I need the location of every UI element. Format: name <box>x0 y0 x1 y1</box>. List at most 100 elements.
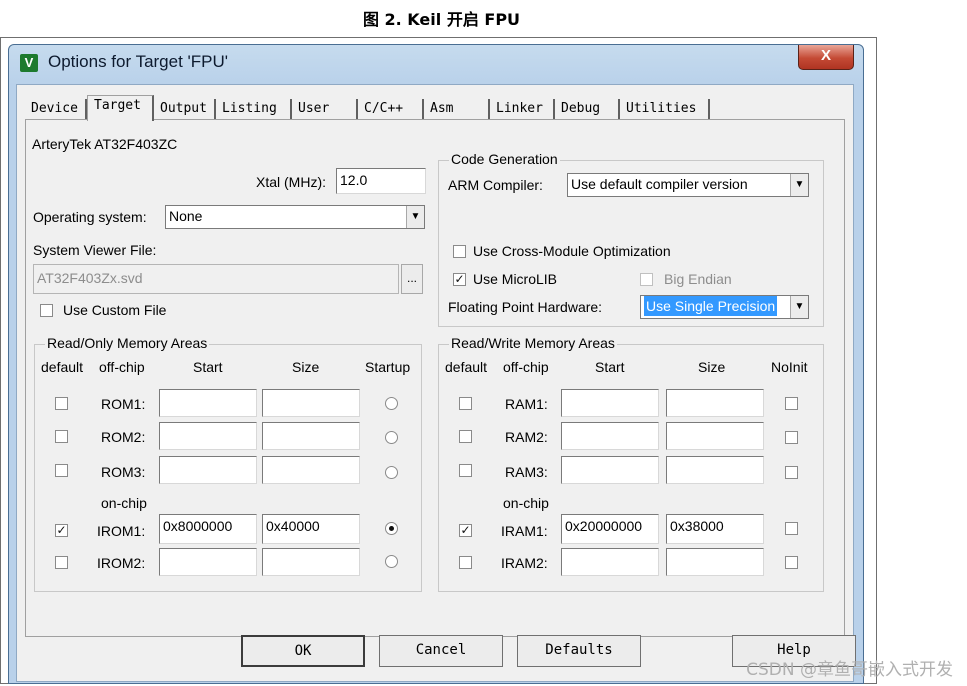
irom2-size-input[interactable] <box>262 548 360 576</box>
rw-header-default: default <box>445 359 488 375</box>
ram2-noinit-checkbox[interactable] <box>785 431 798 444</box>
options-dialog: V Options for Target 'FPU' X Device Targ… <box>8 44 864 684</box>
iram1-size-input[interactable]: 0x38000 <box>666 514 764 544</box>
iram2-default-checkbox[interactable] <box>459 556 472 569</box>
cross-module-checkbox[interactable] <box>453 245 466 258</box>
tab-listing[interactable]: Listing <box>216 99 292 120</box>
irom1-startup-radio[interactable] <box>385 522 398 535</box>
big-endian-checkbox[interactable] <box>640 273 653 286</box>
use-custom-file-label: Use Custom File <box>63 302 167 318</box>
chevron-down-icon[interactable]: ▼ <box>406 206 424 228</box>
os-select-value: None <box>169 208 203 224</box>
iram2-start-input[interactable] <box>561 548 659 576</box>
svf-input[interactable]: AT32F403Zx.svd <box>33 264 399 294</box>
tab-linker[interactable]: Linker <box>490 99 555 120</box>
ram1-default-checkbox[interactable] <box>459 397 472 410</box>
rom1-start-input[interactable] <box>159 389 257 417</box>
rom2-default-checkbox[interactable] <box>55 430 68 443</box>
ro-header-size: Size <box>292 359 320 375</box>
svf-label: System Viewer File: <box>33 242 157 258</box>
chevron-down-icon[interactable]: ▼ <box>790 174 808 196</box>
ram1-size-input[interactable] <box>666 389 764 417</box>
rom1-default-checkbox[interactable] <box>55 397 68 410</box>
ro-header-startup: Startup <box>365 359 411 375</box>
close-button[interactable]: X <box>798 45 854 70</box>
iram2-label: IRAM2: <box>501 555 548 571</box>
rw-memory-title: Read/Write Memory Areas <box>449 335 617 351</box>
irom2-label: IROM2: <box>97 555 146 571</box>
ram2-start-input[interactable] <box>561 422 659 450</box>
irom1-size-input[interactable]: 0x40000 <box>262 514 360 544</box>
tab-utilities[interactable]: Utilities <box>620 99 710 120</box>
microlib-checkbox[interactable]: ✓ <box>453 273 466 286</box>
rw-onchip-label: on-chip <box>503 495 549 511</box>
tab-user[interactable]: User <box>292 99 358 120</box>
rw-header-noinit: NoInit <box>771 359 808 375</box>
rom3-start-input[interactable] <box>159 456 257 484</box>
ram1-start-input[interactable] <box>561 389 659 417</box>
cross-module-label: Use Cross-Module Optimization <box>473 243 671 259</box>
irom1-label: IROM1: <box>97 523 146 539</box>
tab-output[interactable]: Output <box>154 99 216 120</box>
irom1-start-input[interactable]: 0x8000000 <box>159 514 257 544</box>
code-generation-title: Code Generation <box>449 151 560 167</box>
arm-compiler-select[interactable]: Use default compiler version ▼ <box>567 173 809 197</box>
ram2-size-input[interactable] <box>666 422 764 450</box>
svf-browse-button[interactable]: ... <box>401 264 423 294</box>
rom3-label: ROM3: <box>101 464 146 480</box>
tab-c-cpp[interactable]: C/C++ <box>358 99 424 120</box>
device-name-label: ArteryTek AT32F403ZC <box>32 136 178 152</box>
ram3-size-input[interactable] <box>666 456 764 484</box>
ram3-default-checkbox[interactable] <box>459 464 472 477</box>
fph-select[interactable]: Use Single Precision ▼ <box>640 295 809 319</box>
dialog-client: Device Target Output Listing User C/C++ … <box>16 84 854 682</box>
os-select[interactable]: None ▼ <box>165 205 425 229</box>
tab-device[interactable]: Device <box>25 99 87 120</box>
ram1-noinit-checkbox[interactable] <box>785 397 798 410</box>
rom2-label: ROM2: <box>101 429 146 445</box>
irom2-start-input[interactable] <box>159 548 257 576</box>
iram1-label: IRAM1: <box>501 523 548 539</box>
rom2-start-input[interactable] <box>159 422 257 450</box>
arm-compiler-label: ARM Compiler: <box>448 177 543 193</box>
cancel-button[interactable]: Cancel <box>379 635 503 667</box>
rw-memory-group: Read/Write Memory Areas default off-chip… <box>438 335 824 592</box>
rom3-size-input[interactable] <box>262 456 360 484</box>
irom2-default-checkbox[interactable] <box>55 556 68 569</box>
ram2-default-checkbox[interactable] <box>459 430 472 443</box>
title-bar[interactable]: V Options for Target 'FPU' X <box>9 45 863 79</box>
keil-app-icon: V <box>20 54 38 72</box>
rom3-startup-radio[interactable] <box>385 466 398 479</box>
chevron-down-icon[interactable]: ▼ <box>790 296 808 318</box>
iram2-noinit-checkbox[interactable] <box>785 556 798 569</box>
code-generation-group: Code Generation ARM Compiler: Use defaul… <box>438 151 824 327</box>
arm-compiler-value: Use default compiler version <box>571 176 748 192</box>
ram3-start-input[interactable] <box>561 456 659 484</box>
iram1-start-input[interactable]: 0x20000000 <box>561 514 659 544</box>
rom1-label: ROM1: <box>101 396 146 412</box>
irom2-startup-radio[interactable] <box>385 555 398 568</box>
rom1-size-input[interactable] <box>262 389 360 417</box>
xtal-input[interactable]: 12.0 <box>336 168 426 194</box>
rom2-startup-radio[interactable] <box>385 431 398 444</box>
ram3-noinit-checkbox[interactable] <box>785 466 798 479</box>
tab-target[interactable]: Target <box>87 95 154 121</box>
rom1-startup-radio[interactable] <box>385 397 398 410</box>
rw-header-size: Size <box>698 359 726 375</box>
microlib-label: Use MicroLIB <box>473 271 558 287</box>
rw-header-offchip: off-chip <box>503 359 549 375</box>
iram2-size-input[interactable] <box>666 548 764 576</box>
ok-button[interactable]: OK <box>241 635 365 667</box>
ro-memory-group: Read/Only Memory Areas default off-chip … <box>34 335 422 592</box>
tab-asm[interactable]: Asm <box>424 99 490 120</box>
use-custom-file-checkbox[interactable] <box>40 304 53 317</box>
rom2-size-input[interactable] <box>262 422 360 450</box>
os-label: Operating system: <box>33 209 147 225</box>
irom1-default-checkbox[interactable]: ✓ <box>55 524 68 537</box>
radio-selected-dot <box>389 526 394 531</box>
defaults-button[interactable]: Defaults <box>517 635 641 667</box>
tab-debug[interactable]: Debug <box>555 99 620 120</box>
iram1-noinit-checkbox[interactable] <box>785 522 798 535</box>
rom3-default-checkbox[interactable] <box>55 464 68 477</box>
iram1-default-checkbox[interactable]: ✓ <box>459 524 472 537</box>
